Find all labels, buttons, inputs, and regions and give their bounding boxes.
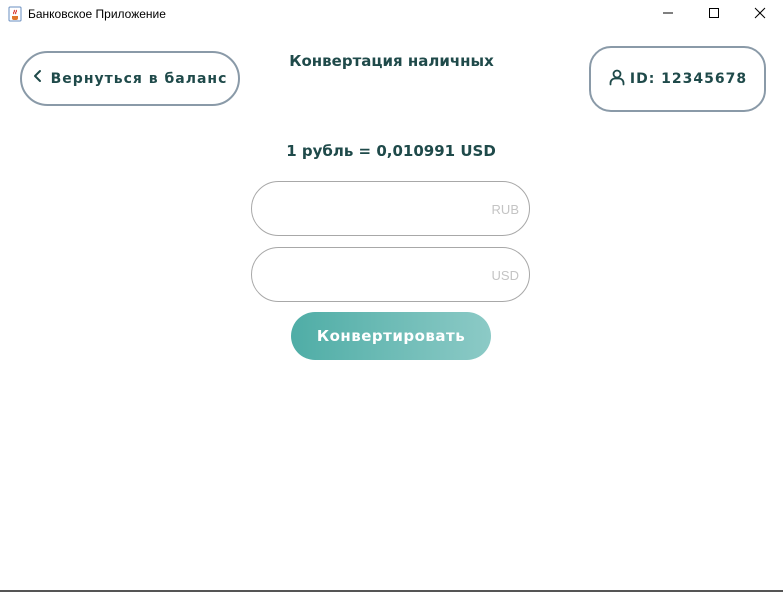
app-window: Банковское Приложение Вернуться в баланс… [0, 0, 783, 592]
minimize-button[interactable] [645, 0, 691, 30]
user-icon [608, 68, 626, 91]
title-bar: Банковское Приложение [0, 0, 783, 30]
usd-field[interactable]: USD [251, 247, 530, 302]
back-button-label: Вернуться в баланс [50, 70, 228, 87]
user-id-label: ID: 12345678 [629, 71, 748, 87]
close-button[interactable] [737, 0, 783, 30]
back-to-balance-button[interactable]: Вернуться в баланс [20, 51, 240, 106]
rub-field[interactable]: RUB [251, 181, 530, 236]
window-title: Банковское Приложение [28, 7, 166, 21]
chevron-left-icon [33, 69, 43, 88]
convert-button[interactable]: Конвертировать [291, 312, 491, 360]
rub-currency-label: RUB [491, 202, 519, 217]
rub-input[interactable] [268, 190, 472, 229]
page-title: Конвертация наличных [289, 52, 494, 70]
usd-currency-label: USD [491, 268, 519, 283]
usd-input[interactable] [268, 256, 472, 295]
close-icon [754, 6, 766, 24]
exchange-rate: 1 рубль = 0,010991 USD [286, 142, 496, 160]
maximize-icon [708, 6, 720, 24]
java-cup-icon [8, 6, 22, 22]
minimize-icon [662, 6, 674, 24]
user-id-button[interactable]: ID: 12345678 [589, 46, 766, 112]
convert-button-label: Конвертировать [316, 327, 466, 345]
maximize-button[interactable] [691, 0, 737, 30]
